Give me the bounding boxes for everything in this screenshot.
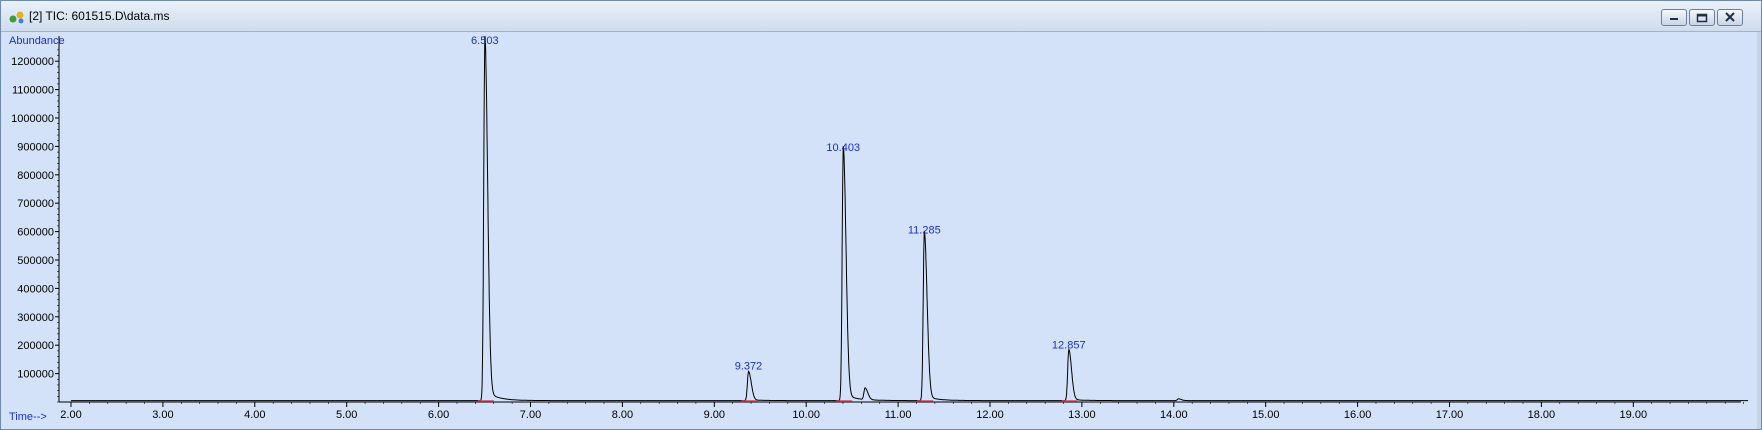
y-tick-label: 1200000 [11,56,54,68]
peak-label: 11.285 [908,224,941,236]
peak-label: 9.372 [735,361,763,373]
x-tick-label: 14.00 [1160,409,1188,421]
y-tick-label: 1000000 [11,113,54,125]
y-tick-label: 900000 [17,141,54,153]
tic-trace-line [71,35,1749,402]
close-icon [1725,12,1735,22]
restore-button[interactable] [1689,9,1715,26]
x-tick-label: 11.00 [885,409,912,421]
chromatogram-window: [2] TIC: 601515.D\data.ms 100000 200000 30… [0,0,1762,430]
x-tick-label: 10.00 [792,409,820,421]
peak-label: 12.857 [1052,339,1086,351]
x-tick-label: 18.00 [1528,409,1556,421]
x-axis-title: Time--> [9,411,47,423]
x-tick-label: 16.00 [1344,409,1372,421]
tic-chromatogram-chart: 100000 200000 300000 400000 500000 600000 7000… [9,35,1749,423]
y-tick-label: 100000 [17,369,54,381]
x-tick-label: 2.00 [60,409,81,421]
x-tick-label: 7.00 [520,409,541,421]
x-tick-label: 15.00 [1252,409,1280,421]
minimize-button[interactable] [1661,9,1687,26]
x-tick-label: 3.00 [152,409,173,421]
y-tick-label: 500000 [17,255,54,267]
x-tick-label: 19.00 [1620,409,1648,421]
x-tick-label: 9.00 [704,409,725,421]
peak-label: 10.403 [826,142,860,154]
y-tick-label: 800000 [17,170,54,182]
x-tick-label: 13.00 [1068,409,1096,421]
chromatogram-app-icon [9,11,24,24]
y-tick-label: 600000 [17,227,54,239]
title-bar[interactable]: [2] TIC: 601515.D\data.ms [1,1,1761,32]
plot-area[interactable]: 100000 200000 300000 400000 500000 600000 7000… [1,32,1761,429]
y-tick-label: 700000 [17,198,54,210]
x-tick-label: 6.00 [428,409,449,421]
x-tick-label: 4.00 [244,409,265,421]
x-tick-label: 17.00 [1436,409,1464,421]
y-tick-label: 400000 [17,283,54,295]
minimize-icon [1670,18,1678,20]
vertical-scroll-edge[interactable] [1757,32,1761,429]
x-tick-label: 8.00 [612,409,633,421]
peak-label: 6.503 [471,35,499,47]
close-button[interactable] [1717,9,1743,26]
x-tick-label: 12.00 [976,409,1004,421]
x-tick-label: 5.00 [336,409,357,421]
window-title: [2] TIC: 601515.D\data.ms [29,9,170,23]
y-tick-label: 200000 [17,340,54,352]
y-tick-label: 300000 [17,312,54,324]
y-tick-label: 1100000 [12,85,54,97]
y-axis-title: Abundance [9,35,65,47]
restore-icon [1696,13,1708,23]
